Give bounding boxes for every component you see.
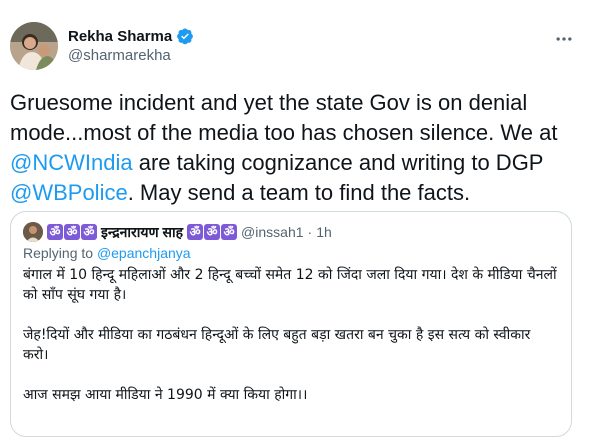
tweet-text-part2: are taking cognizance and writing to DGP xyxy=(132,150,544,175)
quoted-tweet-text: बंगाल में 10 हिन्दू महिलाओं और 2 हिन्दू … xyxy=(23,267,557,403)
separator-dot: · xyxy=(307,224,313,240)
om-symbols-before: ॐ ॐ ॐ xyxy=(47,224,97,240)
tweet-card: Rekha Sharma @sharmarekha Gruesome incid… xyxy=(0,0,596,440)
replying-to-handle[interactable]: @epanchjanya xyxy=(97,245,191,261)
tweet-text: Gruesome incident and yet the state Gov … xyxy=(10,88,580,208)
quoted-tweet-time[interactable]: 1h xyxy=(316,224,332,240)
author-avatar[interactable] xyxy=(10,22,58,70)
om-icon: ॐ xyxy=(81,224,97,240)
quoted-author-name: इन्द्रनारायण साह xyxy=(101,223,184,240)
om-icon: ॐ xyxy=(47,224,63,240)
author-handle[interactable]: @sharmarekha xyxy=(68,47,171,64)
author-name-row: Rekha Sharma xyxy=(68,27,194,45)
replying-to-label: Replying to xyxy=(23,245,97,261)
mention-ncwindia[interactable]: @NCWIndia xyxy=(10,150,133,175)
mention-wbpolice[interactable]: @WBPolice xyxy=(10,180,128,205)
more-options-icon[interactable] xyxy=(552,27,576,51)
om-icon: ॐ xyxy=(204,224,221,240)
om-icon: ॐ xyxy=(187,224,204,240)
om-icon: ॐ xyxy=(64,224,80,240)
tweet-text-part1: Gruesome incident and yet the state Gov … xyxy=(10,90,558,145)
replying-to: Replying to @epanchjanya xyxy=(23,245,559,261)
quoted-tweet-header: ॐ ॐ ॐ इन्द्रनारायण साह ॐ ॐ ॐ @inssah1 · … xyxy=(23,222,559,242)
author-display-name[interactable]: Rekha Sharma xyxy=(68,28,172,45)
quoted-author-avatar xyxy=(23,222,43,242)
avatar-photo xyxy=(10,22,58,70)
quoted-author-handle: @inssah1 xyxy=(241,224,304,240)
verified-badge-icon xyxy=(176,27,194,45)
om-symbols-after: ॐ ॐ ॐ xyxy=(187,224,238,240)
tweet-text-part3: . May send a team to find the facts. xyxy=(127,180,471,205)
quoted-tweet[interactable]: ॐ ॐ ॐ इन्द्रनारायण साह ॐ ॐ ॐ @inssah1 · … xyxy=(10,211,572,437)
om-icon: ॐ xyxy=(221,224,238,240)
